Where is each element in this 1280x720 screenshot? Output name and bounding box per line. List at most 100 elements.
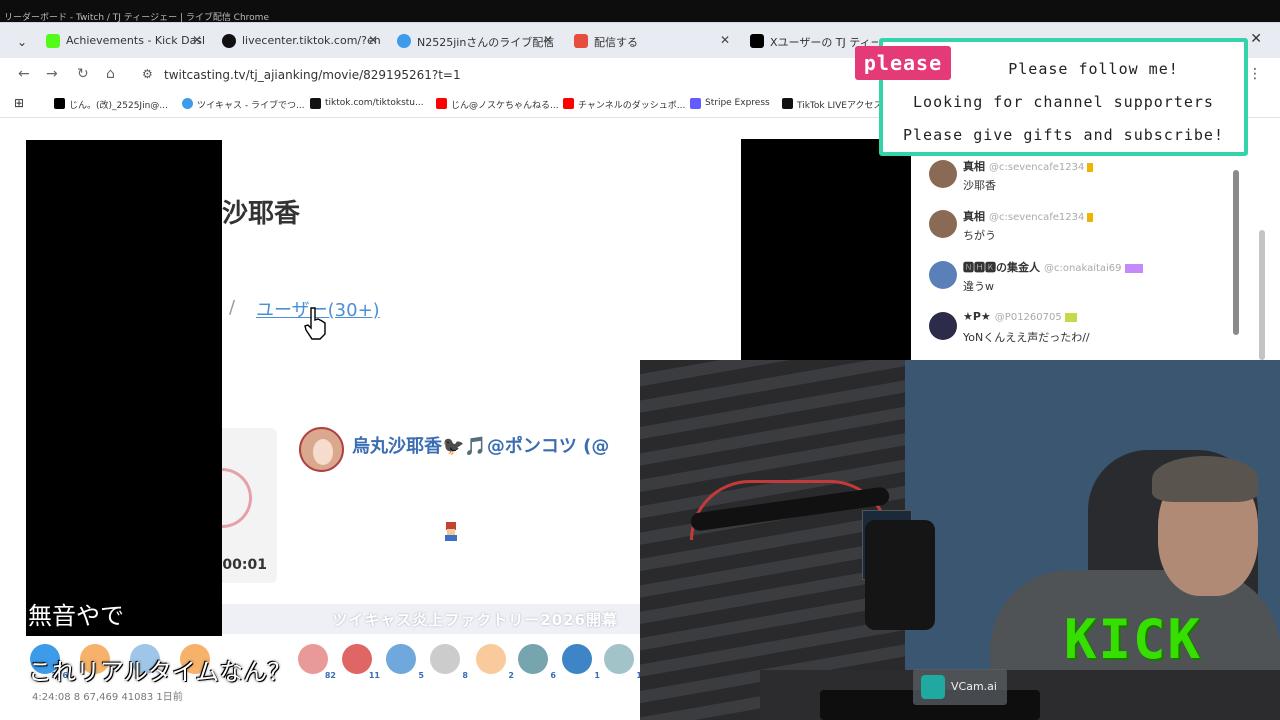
- back-icon[interactable]: ←: [18, 66, 30, 82]
- tab-twitcasting[interactable]: N2525jinさんのライブ配信 ✕: [395, 27, 555, 55]
- gift-icon[interactable]: 82: [298, 644, 336, 680]
- chat-username[interactable]: 真相 @c:sevencafe1234: [963, 208, 1094, 224]
- breadcrumb-separator: /: [229, 297, 236, 318]
- chat-username[interactable]: 🅽🅷🅺の集金人 @c:onakaitai69: [963, 259, 1143, 275]
- tab-label: Achievements - Kick Dash: [66, 34, 204, 47]
- forward-icon[interactable]: →: [46, 66, 58, 82]
- hand-cursor-icon: [304, 307, 326, 340]
- chat-message: 真相 @c:sevencafe1234 沙耶香: [929, 158, 1229, 204]
- tab-broadcast[interactable]: 配信する ✕: [572, 27, 732, 55]
- chat-user-name: 🅽🅷🅺の集金人: [963, 261, 1040, 274]
- event-banner[interactable]: ツイキャス炎上ファクトリー2026開幕: [222, 604, 640, 634]
- bookmark-label: TikTok LIVEアクセス: [797, 101, 883, 111]
- stream-stats: 4:24:08 8 67,469 41083 1日前: [32, 692, 183, 703]
- bookmark-tiktok-live[interactable]: TikTok LIVEアクセス: [782, 98, 883, 111]
- gift-icon[interactable]: 2: [476, 644, 514, 680]
- chat-message: 🅽🅷🅺の集金人 @c:onakaitai69 違うw: [929, 259, 1229, 305]
- chat-text: YoNくんええ声だったわ//: [963, 331, 1090, 344]
- profile-name-link[interactable]: 烏丸沙耶香🐦‍⬛🎵@ポンコツ (@: [352, 432, 609, 458]
- gift-count: 2: [508, 671, 514, 680]
- os-title-bar: リーダーボード - Twitch / TJ ティージェー | ライブ配信 Chr…: [0, 0, 1280, 22]
- tiktok-icon: [782, 98, 793, 109]
- close-icon[interactable]: ✕: [543, 33, 553, 47]
- chat-scrollbar[interactable]: [1233, 170, 1239, 335]
- chat-message: 真相 @c:sevencafe1234 ちがう: [929, 208, 1229, 254]
- home-icon[interactable]: ⌂: [106, 66, 115, 82]
- chat-message: ★P★ @P01260705 YoNくんええ声だったわ//: [929, 310, 1229, 356]
- gift-count: 5: [418, 671, 424, 680]
- gift-icon[interactable]: 8: [430, 644, 468, 680]
- os-title-text: リーダーボード - Twitch / TJ ティージェー | ライブ配信 Chr…: [4, 13, 269, 23]
- avatar[interactable]: [929, 261, 957, 289]
- reload-icon[interactable]: ↻: [77, 66, 89, 82]
- x-icon: [54, 98, 65, 109]
- chat-handle: @c:onakaitai69: [1044, 263, 1122, 274]
- avatar[interactable]: [929, 160, 957, 188]
- avatar[interactable]: [299, 427, 344, 472]
- gift-icon[interactable]: 6: [518, 644, 556, 680]
- bookmark-youtube-2[interactable]: チャンネルのダッシュボ...: [563, 98, 685, 111]
- twitcasting-icon: [397, 34, 411, 48]
- gift-count: 1: [594, 671, 600, 680]
- bookmark-twitcasting[interactable]: ツイキャス - ライブでつ...: [182, 98, 305, 111]
- overlay-line-2: Looking for channel supporters: [913, 93, 1214, 111]
- tab-kick[interactable]: Achievements - Kick Dash ✕: [44, 27, 204, 55]
- close-icon[interactable]: ✕: [720, 33, 730, 47]
- tiktok-icon: [222, 34, 236, 48]
- thumbnail-duration: 00:01: [222, 557, 267, 573]
- gift-count: 11: [368, 671, 380, 680]
- redaction-box-left: [26, 140, 222, 636]
- redaction-box-right: [741, 139, 911, 360]
- page-scrollbar[interactable]: [1259, 230, 1265, 360]
- bookmark-tiktok[interactable]: tiktok.com/tiktokstu...: [310, 98, 424, 109]
- gift-count: 82: [324, 671, 336, 680]
- x-icon: [750, 34, 764, 48]
- subtitle-line-1: 無音やで: [28, 602, 124, 630]
- subtitle-line-2: これリアルタイムなん？: [28, 658, 292, 686]
- avatar[interactable]: [929, 312, 957, 340]
- youtube-icon: [563, 98, 574, 109]
- bookmark-label: じん。(改)_2525Jin@...: [69, 101, 168, 111]
- avatar[interactable]: [929, 210, 957, 238]
- badge-icon: [1087, 212, 1094, 222]
- close-icon[interactable]: ✕: [368, 33, 378, 47]
- bookmark-stripe[interactable]: Stripe Express: [690, 98, 770, 109]
- chat-user-name: 真相: [963, 160, 985, 173]
- chat-user-name: ★P★: [963, 310, 991, 323]
- window-close-icon[interactable]: ✕: [1250, 31, 1262, 47]
- chat-text: 違うw: [963, 280, 994, 293]
- vcam-logo-icon: [921, 675, 945, 699]
- video-thumbnail[interactable]: 00:01: [222, 428, 277, 583]
- tab-label: N2525jinさんのライブ配信: [417, 36, 555, 49]
- gift-icon[interactable]: 5: [386, 644, 424, 680]
- chat-username[interactable]: 真相 @c:sevencafe1234: [963, 158, 1094, 174]
- badge-icon: [1087, 162, 1094, 172]
- badge-icon: [1124, 263, 1143, 273]
- screen: リーダーボード - Twitch / TJ ティージェー | ライブ配信 Chr…: [0, 0, 1280, 720]
- chat-username[interactable]: ★P★ @P01260705: [963, 310, 1077, 323]
- kick-icon: [46, 34, 60, 48]
- bookmark-label: Stripe Express: [705, 98, 770, 108]
- url-text: twitcasting.tv/tj_ajianking/movie/829195…: [164, 68, 461, 82]
- gift-icon[interactable]: 1: [562, 644, 600, 680]
- gift-icon[interactable]: 1: [604, 644, 642, 680]
- bookmark-label: じん@ノスケちゃんねる...: [451, 101, 559, 111]
- gift-count: 6: [550, 671, 556, 680]
- tab-tiktok[interactable]: livecenter.tiktok.com/?ent ✕: [220, 27, 380, 55]
- tab-label: livecenter.tiktok.com/?ent: [242, 34, 380, 47]
- bookmark-youtube-1[interactable]: じん@ノスケちゃんねる...: [436, 98, 559, 111]
- close-icon[interactable]: ✕: [192, 33, 202, 47]
- apps-icon[interactable]: ⊞: [14, 96, 24, 110]
- tab-search-button[interactable]: ⌄: [10, 31, 34, 53]
- kick-logo: KICK: [1064, 608, 1203, 671]
- badge-icon: [1064, 312, 1077, 322]
- chat-user-name: 真相: [963, 210, 985, 223]
- vcam-label: VCam.ai: [951, 680, 997, 693]
- menu-icon[interactable]: ⋮: [1248, 66, 1262, 82]
- bookmark-label: チャンネルのダッシュボ...: [578, 101, 686, 111]
- bookmark-x[interactable]: じん。(改)_2525Jin@...: [54, 98, 168, 111]
- address-input[interactable]: ⚙ twitcasting.tv/tj_ajianking/movie/8291…: [140, 63, 860, 87]
- avatar-face: [313, 439, 333, 465]
- gift-icon[interactable]: 11: [342, 644, 380, 680]
- site-info-icon[interactable]: ⚙: [142, 67, 153, 81]
